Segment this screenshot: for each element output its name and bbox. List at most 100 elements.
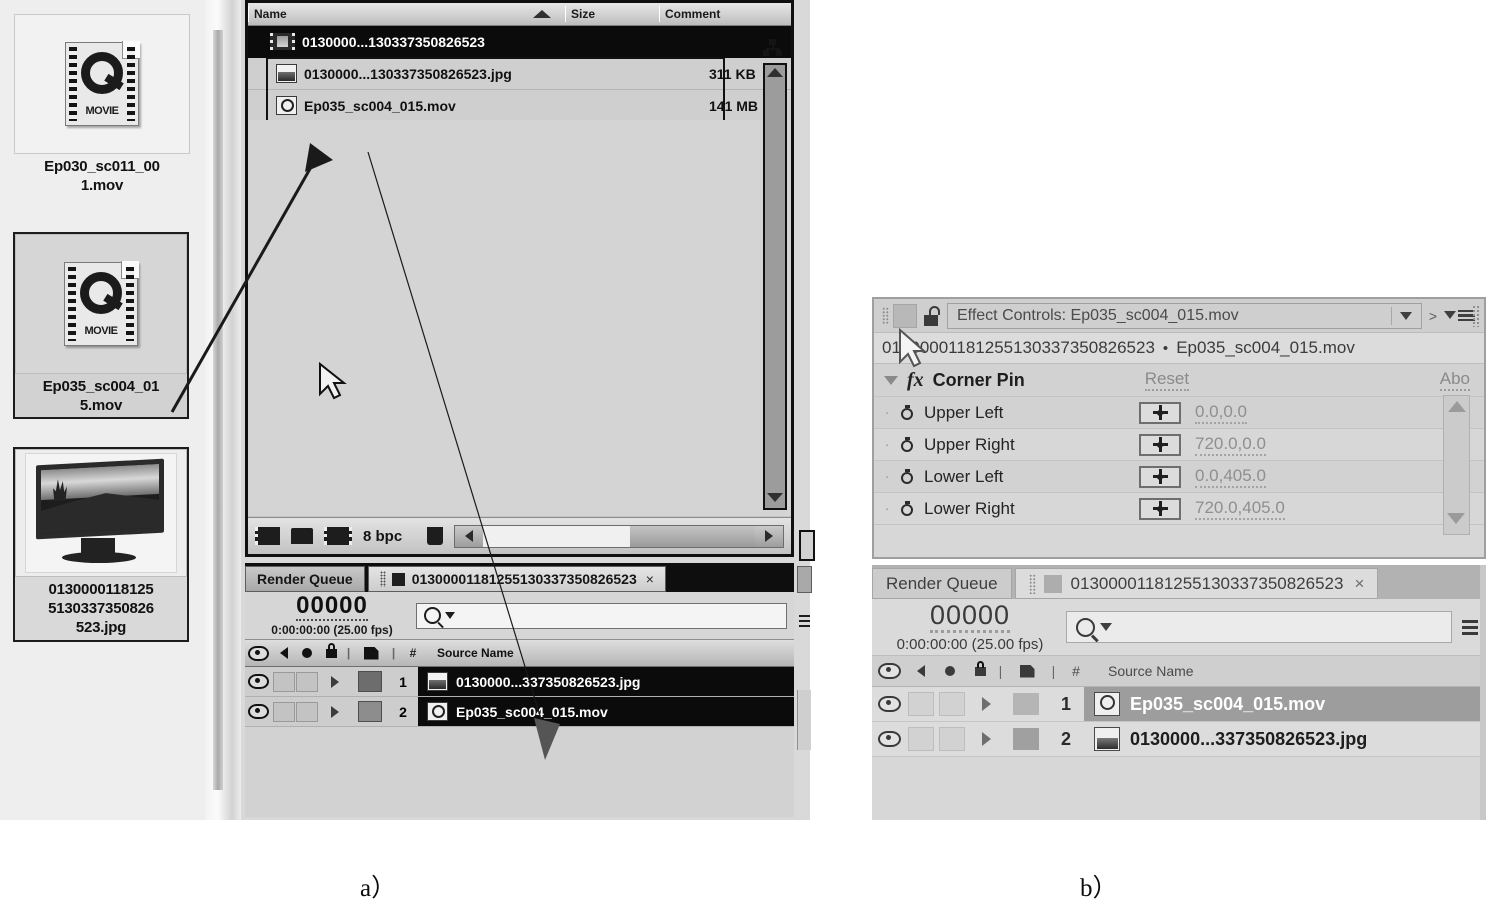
property-value[interactable]: 720.0,0.0	[1195, 434, 1266, 456]
eye-icon[interactable]	[877, 696, 901, 712]
chevron-down-icon[interactable]	[1399, 311, 1412, 320]
stopwatch-icon[interactable]	[900, 468, 915, 485]
label-color-swatch[interactable]	[358, 671, 382, 692]
expand-triangle-icon[interactable]	[331, 705, 339, 718]
scroll-left-icon[interactable]	[455, 525, 484, 547]
project-row-jpg[interactable]: 0130000...130337350826523.jpg 311 KB	[248, 58, 791, 90]
scrollbar-track[interactable]	[483, 525, 630, 547]
property-value[interactable]: 720.0,405.0	[1195, 498, 1285, 520]
panel-menu-icon[interactable]	[799, 615, 810, 633]
project-horizontal-scrollbar[interactable]	[454, 524, 784, 548]
chevron-down-icon[interactable]	[445, 612, 455, 619]
scroll-up-icon[interactable]	[1447, 401, 1466, 412]
eye-icon[interactable]	[248, 704, 269, 719]
layer-source-cell[interactable]: Ep035_sc004_015.mov	[1084, 687, 1486, 721]
project-vertical-scrollbar[interactable]	[763, 63, 787, 510]
file-tile-ep035[interactable]: MOVIE Ep035_sc004_01 5.mov	[13, 232, 189, 420]
about-button[interactable]: Abo	[1439, 369, 1470, 391]
scrollbar-thumb[interactable]	[213, 30, 223, 790]
panel-grip-icon[interactable]	[882, 306, 889, 325]
close-icon[interactable]: ×	[1354, 574, 1364, 594]
label-color-swatch[interactable]	[1013, 693, 1039, 715]
tab-grip-icon[interactable]	[1028, 573, 1036, 594]
sort-ascending-icon[interactable]	[533, 10, 551, 18]
timecode-value[interactable]: 00000	[929, 601, 1011, 633]
scroll-down-icon[interactable]	[1447, 513, 1465, 524]
layer-source-cell[interactable]: 0130000...337350826523.jpg	[1084, 722, 1486, 756]
audio-toggle[interactable]	[908, 692, 934, 716]
layer-source-cell[interactable]: Ep035_sc004_015.mov	[418, 697, 794, 726]
point-picker-icon[interactable]	[1139, 433, 1181, 456]
close-icon[interactable]: ×	[646, 571, 654, 587]
scroll-right-icon[interactable]	[755, 525, 783, 547]
panel-menu-icon[interactable]	[1462, 619, 1478, 635]
property-value[interactable]: 0.0,0.0	[1195, 402, 1247, 424]
browser-vertical-scrollbar[interactable]	[205, 0, 241, 820]
timeline-search-input[interactable]	[416, 602, 787, 629]
tab-composition[interactable]: 01300001181255130337350826523 ×	[1014, 568, 1379, 599]
reset-button[interactable]: Reset	[1144, 369, 1190, 391]
property-row-upper-left[interactable]: · Upper Left 0.0,0.0	[874, 397, 1484, 429]
panel-menu-icon[interactable]	[1444, 309, 1475, 322]
layer-row[interactable]: 1 Ep035_sc004_015.mov	[872, 687, 1486, 722]
chevron-down-icon[interactable]	[1100, 623, 1112, 631]
point-picker-icon[interactable]	[1139, 497, 1181, 520]
right-strip-button[interactable]	[799, 530, 815, 561]
audio-toggle[interactable]	[908, 727, 934, 751]
scrollbar-thumb[interactable]	[630, 525, 755, 547]
stopwatch-icon[interactable]	[900, 500, 915, 517]
solo-toggle[interactable]	[939, 727, 965, 751]
layer-row[interactable]: 2 0130000...337350826523.jpg	[872, 722, 1486, 757]
column-header-comment[interactable]: Comment	[659, 3, 791, 25]
label-color-swatch[interactable]	[358, 701, 382, 722]
eye-icon[interactable]	[877, 731, 901, 747]
expand-triangle-icon[interactable]	[981, 697, 991, 711]
right-strip-tab[interactable]	[797, 566, 812, 593]
label-color-swatch[interactable]	[1013, 728, 1039, 750]
solo-toggle[interactable]	[296, 701, 318, 722]
audio-toggle[interactable]	[273, 671, 295, 692]
panel-grip-icon[interactable]	[1472, 305, 1481, 327]
solo-toggle[interactable]	[939, 692, 965, 716]
column-header-size[interactable]: Size	[565, 3, 659, 25]
new-composition-icon[interactable]	[255, 527, 280, 545]
property-row-lower-right[interactable]: · Lower Right 720.0,405.0	[874, 493, 1484, 525]
layer-source-cell[interactable]: 0130000...337350826523.jpg	[418, 667, 794, 696]
layer-row[interactable]: 2 Ep035_sc004_015.mov	[245, 697, 794, 727]
solo-toggle[interactable]	[296, 671, 318, 692]
overflow-chevron-icon[interactable]: >	[1429, 308, 1437, 324]
current-time-display[interactable]: 00000 0:00:00:00 (25.00 fps)	[880, 601, 1060, 653]
scroll-down-icon[interactable]	[767, 493, 783, 502]
eye-icon[interactable]	[248, 674, 269, 689]
scroll-up-icon[interactable]	[767, 68, 783, 77]
lock-open-icon[interactable]	[922, 305, 941, 326]
delete-trash-icon[interactable]	[427, 527, 444, 545]
audio-toggle[interactable]	[273, 701, 295, 722]
project-row-comp[interactable]: 0130000...130337350826523	[248, 26, 791, 58]
effect-controls-scrollbar[interactable]	[1443, 395, 1470, 535]
project-row-mov[interactable]: Ep035_sc004_015.mov 141 MB	[248, 90, 791, 122]
current-time-display[interactable]: 00000 0:00:00:00 (25.00 fps)	[252, 594, 412, 638]
property-value[interactable]: 0.0,405.0	[1195, 466, 1266, 488]
layer-row[interactable]: 1 0130000...337350826523.jpg	[245, 667, 794, 697]
point-picker-icon[interactable]	[1139, 401, 1181, 424]
tab-render-queue[interactable]: Render Queue	[872, 568, 1012, 599]
tab-grip-icon[interactable]	[379, 571, 386, 587]
expand-triangle-icon[interactable]	[981, 732, 991, 746]
effect-controls-tab[interactable]: Effect Controls: Ep035_sc004_015.mov	[947, 302, 1422, 329]
tab-composition[interactable]: 01300001181255130337350826523 ×	[367, 566, 666, 592]
new-folder-icon[interactable]	[291, 528, 313, 544]
timeline-search-input[interactable]	[1066, 611, 1452, 643]
bit-depth-label[interactable]: 8 bpc	[363, 528, 402, 545]
file-tile-jpg[interactable]: 0130000118125 5130337350826 523.jpg	[13, 447, 189, 642]
stopwatch-icon[interactable]	[900, 436, 915, 453]
stopwatch-icon[interactable]	[900, 404, 915, 421]
property-row-upper-right[interactable]: · Upper Right 720.0,0.0	[874, 429, 1484, 461]
column-header-name[interactable]: Name	[248, 3, 565, 25]
effect-header-corner-pin[interactable]: fx Corner Pin Reset Abo	[874, 363, 1484, 397]
project-empty-area[interactable]	[248, 120, 791, 516]
file-tile-ep030[interactable]: MOVIE Ep030_sc011_00 1.mov	[14, 14, 190, 197]
property-row-lower-left[interactable]: · Lower Left 0.0,405.0	[874, 461, 1484, 493]
timecode-value[interactable]: 00000	[296, 594, 368, 621]
tab-render-queue[interactable]: Render Queue	[245, 566, 365, 592]
